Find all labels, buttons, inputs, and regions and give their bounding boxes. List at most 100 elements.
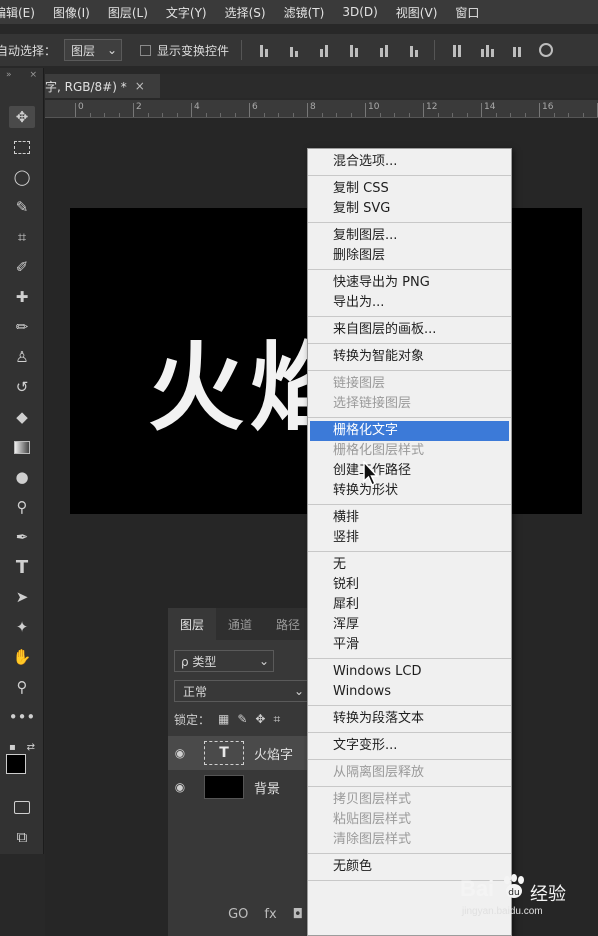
- menu-layer[interactable]: 图层(L): [99, 4, 157, 21]
- document-tab[interactable]: 字, RGB/8#) * ×: [45, 74, 160, 98]
- visibility-eye-icon[interactable]: ◉: [168, 780, 192, 794]
- auto-select-dropdown[interactable]: 图层 ⌄: [64, 39, 123, 61]
- link-layers-icon[interactable]: GO: [228, 907, 248, 922]
- context-menu-item[interactable]: 转换为形状: [308, 481, 511, 501]
- context-menu-item[interactable]: 混合选项...: [308, 152, 511, 172]
- context-menu-item[interactable]: 浑厚: [308, 615, 511, 635]
- context-menu-item[interactable]: 无: [308, 555, 511, 575]
- document-tab-title: 字, RGB/8#) *: [45, 79, 127, 94]
- align-bottom-icon[interactable]: [316, 43, 332, 57]
- gradient-tool-icon[interactable]: [9, 436, 35, 458]
- chevron-down-icon: ⌄: [258, 654, 269, 668]
- eyedropper-tool-icon[interactable]: ✐: [9, 256, 35, 278]
- context-menu-item[interactable]: 锐利: [308, 575, 511, 595]
- menu-image[interactable]: 图像(I): [44, 4, 99, 21]
- show-transform-checkbox[interactable]: [140, 44, 152, 56]
- eraser-tool-icon[interactable]: ◆: [9, 406, 35, 428]
- hand-tool-icon[interactable]: ✋: [9, 646, 35, 668]
- tab-layers[interactable]: 图层: [168, 608, 217, 640]
- lock-artboard-icon[interactable]: ⌗: [273, 712, 280, 727]
- add-mask-icon[interactable]: ◘: [293, 907, 303, 922]
- visibility-eye-icon[interactable]: ◉: [168, 746, 192, 760]
- align-hcenter-icon[interactable]: [376, 43, 392, 57]
- clone-stamp-tool-icon[interactable]: ♙: [9, 346, 35, 368]
- distribute-top-icon[interactable]: [449, 43, 465, 57]
- blend-mode-dropdown[interactable]: 正常 ⌄: [174, 680, 309, 702]
- more-tools-icon[interactable]: •••: [9, 706, 36, 728]
- context-menu-item[interactable]: 转换为段落文本: [308, 709, 511, 729]
- context-menu-item[interactable]: 来自图层的画板...: [308, 320, 511, 340]
- layer-filter-dropdown[interactable]: ρ 类型 ⌄: [174, 650, 274, 672]
- distribute-center-icon[interactable]: [479, 43, 495, 57]
- ruler-major-tick: [133, 103, 134, 117]
- crop-tool-icon[interactable]: ⌗: [9, 226, 35, 248]
- lasso-tool-icon[interactable]: ◯: [9, 166, 35, 188]
- context-menu-item[interactable]: 平滑: [308, 635, 511, 655]
- healing-brush-tool-icon[interactable]: ✚: [9, 286, 35, 308]
- collapse-icon[interactable]: »: [6, 70, 12, 80]
- history-brush-tool-icon[interactable]: ↺: [9, 376, 35, 398]
- type-tool-icon[interactable]: T: [9, 556, 35, 578]
- quick-mask-icon[interactable]: [9, 796, 35, 818]
- context-menu-item[interactable]: 删除图层: [308, 246, 511, 266]
- close-icon[interactable]: ×: [29, 70, 37, 80]
- context-menu-item[interactable]: 复制 CSS: [308, 179, 511, 199]
- context-menu-item[interactable]: 快速导出为 PNG: [308, 273, 511, 293]
- layer-filter-label: ρ 类型: [181, 654, 217, 669]
- context-menu-item[interactable]: 复制 SVG: [308, 199, 511, 219]
- context-menu-item[interactable]: Windows: [308, 682, 511, 702]
- context-menu-item[interactable]: Windows LCD: [308, 662, 511, 682]
- lock-transparent-icon[interactable]: ▦: [218, 712, 229, 726]
- context-menu-item[interactable]: 文字变形...: [308, 736, 511, 756]
- layer-style-icon[interactable]: fx: [264, 907, 276, 922]
- tab-channels[interactable]: 通道: [216, 608, 264, 640]
- close-icon[interactable]: ×: [135, 79, 145, 93]
- brush-tool-icon[interactable]: ✏: [9, 316, 35, 338]
- menu-filter[interactable]: 滤镜(T): [275, 4, 334, 21]
- lock-pixels-icon[interactable]: ✎: [237, 712, 247, 726]
- menu-edit[interactable]: 编辑(E): [0, 4, 44, 21]
- move-tool-icon[interactable]: ✥: [9, 106, 35, 128]
- distribute-bottom-icon[interactable]: [509, 43, 525, 57]
- lock-position-icon[interactable]: ✥: [255, 712, 265, 726]
- pen-tool-icon[interactable]: ✒: [9, 526, 35, 548]
- marquee-tool-icon[interactable]: [9, 136, 35, 158]
- path-select-tool-icon[interactable]: ➤: [9, 586, 35, 608]
- menu-window[interactable]: 窗口: [446, 4, 488, 21]
- menu-type[interactable]: 文字(Y): [157, 4, 216, 21]
- ruler-minor-tick: [205, 113, 207, 117]
- ruler-minor-tick: [495, 113, 497, 117]
- ruler-major-tick: [249, 103, 250, 117]
- context-menu-item[interactable]: 转换为智能对象: [308, 347, 511, 367]
- horizontal-ruler: 024681012141618: [45, 100, 598, 118]
- search-icon[interactable]: [539, 43, 554, 57]
- dodge-tool-icon[interactable]: ⚲: [9, 496, 35, 518]
- align-right-icon[interactable]: [406, 43, 422, 57]
- menu-view[interactable]: 视图(V): [387, 4, 447, 21]
- shape-tool-icon[interactable]: ✦: [9, 616, 35, 638]
- menu-select[interactable]: 选择(S): [216, 4, 275, 21]
- layer-row-background[interactable]: ◉ 背景: [168, 770, 313, 804]
- align-vcenter-icon[interactable]: [286, 43, 302, 57]
- ruler-minor-tick: [278, 113, 279, 117]
- align-left-icon[interactable]: [346, 43, 362, 57]
- tab-paths[interactable]: 路径: [264, 608, 312, 640]
- zoom-tool-icon[interactable]: ⚲: [9, 676, 35, 698]
- context-menu-item[interactable]: 竖排: [308, 528, 511, 548]
- context-menu-item[interactable]: 导出为...: [308, 293, 511, 313]
- menu-group: 文字变形...: [308, 733, 511, 760]
- quick-select-tool-icon[interactable]: ✎: [9, 196, 35, 218]
- menu-3d[interactable]: 3D(D): [333, 5, 386, 19]
- blur-tool-icon[interactable]: ●: [9, 466, 35, 488]
- context-menu-item[interactable]: 创建工作路径: [308, 461, 511, 481]
- ruler-tick-label: 16: [542, 102, 554, 112]
- context-menu-item[interactable]: 犀利: [308, 595, 511, 615]
- align-top-icon[interactable]: [256, 43, 272, 57]
- context-menu-item[interactable]: 栅格化文字: [310, 421, 509, 441]
- foreground-color-swatch[interactable]: [6, 754, 26, 774]
- screen-mode-icon[interactable]: ⧉: [9, 826, 35, 848]
- context-menu-item[interactable]: 横排: [308, 508, 511, 528]
- context-menu-item[interactable]: 复制图层...: [308, 226, 511, 246]
- layer-row-text[interactable]: ◉ T 火焰字: [168, 736, 313, 770]
- toolbar-grip[interactable]: » ×: [0, 68, 43, 82]
